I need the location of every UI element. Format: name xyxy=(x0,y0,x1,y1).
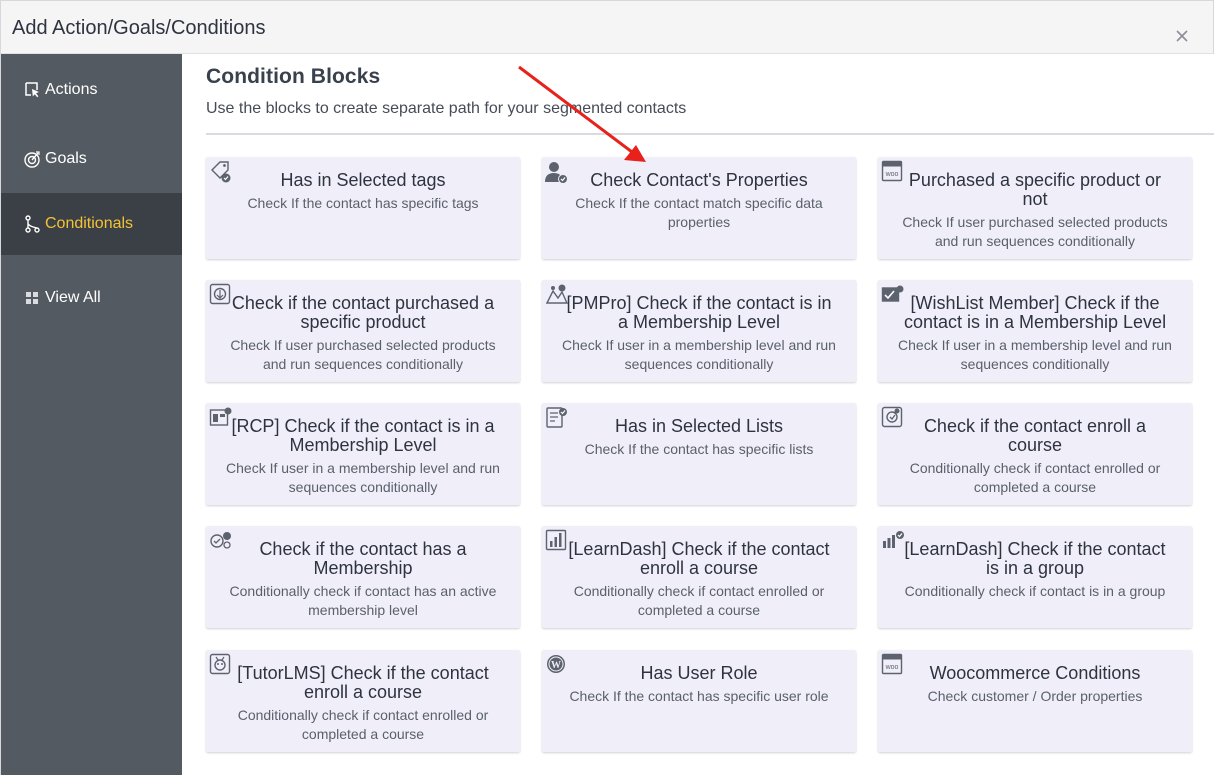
card-description: Check If user purchased selected product… xyxy=(230,337,496,372)
modal: Add Action/Goals/Conditions Actions Goal… xyxy=(0,0,1214,775)
pointer-icon xyxy=(22,80,42,100)
svg-text:woo: woo xyxy=(885,664,899,671)
card-description: Conditionally check if contact has an ac… xyxy=(229,583,497,618)
condition-card-enroll-course[interactable]: Check if the contact enroll a course Con… xyxy=(878,403,1192,505)
card-title: Check if the contact enroll a course xyxy=(923,416,1147,455)
tag-icon xyxy=(209,160,233,184)
card-title: [LearnDash] Check if the contact enroll … xyxy=(568,539,830,578)
card-description: Conditionally check if contact enrolled … xyxy=(573,583,825,618)
card-title: [LearnDash] Check if the contact is in a… xyxy=(904,539,1166,578)
card-description: Check If user in a membership level and … xyxy=(898,337,1172,372)
pmpro-icon xyxy=(545,283,569,307)
woo-icon: woo xyxy=(881,653,905,677)
card-description: Check If the contact has specific tags xyxy=(247,195,479,211)
condition-card-selected-tags[interactable]: Has in Selected tags Check If the contac… xyxy=(206,157,520,259)
condition-card-purchased-product[interactable]: woo Purchased a specific product or not … xyxy=(878,157,1192,259)
sidebar-item-label: View All xyxy=(45,289,101,306)
close-button[interactable] xyxy=(1171,25,1193,47)
card-description: Check If the contact has specific user r… xyxy=(569,688,829,704)
condition-card-tutorlms-course[interactable]: [TutorLMS] Check if the contact enroll a… xyxy=(206,650,520,752)
membership-icon xyxy=(209,529,233,553)
target-icon xyxy=(22,149,42,169)
course-icon xyxy=(881,406,905,430)
card-title: Has in Selected tags xyxy=(280,170,446,190)
card-description: Check If user in a membership level and … xyxy=(562,337,836,372)
card-title: Woocommerce Conditions xyxy=(929,663,1141,683)
woo-icon: woo xyxy=(881,160,905,184)
list-icon xyxy=(545,406,569,430)
card-title: [TutorLMS] Check if the contact enroll a… xyxy=(237,663,489,702)
grid-icon xyxy=(22,288,42,308)
sidebar-item-view-all[interactable]: View All xyxy=(1,267,182,329)
condition-card-selected-lists[interactable]: Has in Selected Lists Check If the conta… xyxy=(542,403,856,505)
card-description: Check If the contact match specific data… xyxy=(575,195,823,230)
card-title: [WishList Member] Check if the contact i… xyxy=(903,293,1167,332)
user-icon xyxy=(545,160,569,184)
wordpress-icon: W xyxy=(545,653,569,677)
card-title: Check Contact's Properties xyxy=(590,170,808,190)
condition-card-pmpro-membership[interactable]: [PMPro] Check if the contact is in a Mem… xyxy=(542,280,856,382)
tutorlms-icon xyxy=(209,653,233,677)
condition-card-learndash-group[interactable]: [LearnDash] Check if the contact is in a… xyxy=(878,526,1192,628)
sidebar-item-label: Conditionals xyxy=(45,215,134,232)
sidebar-item-actions[interactable]: Actions xyxy=(1,59,182,121)
condition-card-woocommerce[interactable]: woo Woocommerce Conditions Check custome… xyxy=(878,650,1192,752)
sidebar-item-label: Goals xyxy=(45,150,87,167)
main-content: Condition Blocks Use the blocks to creat… xyxy=(182,54,1214,775)
card-description: Conditionally check if contact enrolled … xyxy=(909,460,1161,495)
sidebar: Actions Goals Conditionals View All xyxy=(1,54,182,775)
condition-card-has-membership[interactable]: Check if the contact has a Membership Co… xyxy=(206,526,520,628)
card-title: Check if the contact has a Membership xyxy=(259,539,467,578)
card-title: [PMPro] Check if the contact is in a Mem… xyxy=(566,293,832,332)
card-title: Has User Role xyxy=(640,663,758,683)
card-description: Check If user in a membership level and … xyxy=(226,460,500,495)
card-title: Purchased a specific product or not xyxy=(908,170,1162,209)
condition-card-user-role[interactable]: W Has User Role Check If the contact has… xyxy=(542,650,856,752)
card-description: Check customer / Order properties xyxy=(927,688,1143,704)
card-title: Has in Selected Lists xyxy=(614,416,784,436)
condition-card-rcp-membership[interactable]: [RCP] Check if the contact is in a Membe… xyxy=(206,403,520,505)
sidebar-item-goals[interactable]: Goals xyxy=(1,128,182,190)
svg-text:W: W xyxy=(551,660,561,671)
sidebar-item-label: Actions xyxy=(45,81,98,98)
learndash-icon xyxy=(545,529,569,553)
divider xyxy=(206,133,1214,135)
edd-icon xyxy=(209,283,233,307)
group-icon xyxy=(881,529,905,553)
modal-header: Add Action/Goals/Conditions xyxy=(1,1,1213,54)
branch-icon xyxy=(22,214,42,234)
section-subtitle: Use the blocks to create separate path f… xyxy=(206,100,687,117)
card-title: Check if the contact purchased a specifi… xyxy=(231,293,495,332)
section-title: Condition Blocks xyxy=(206,65,381,88)
condition-card-learndash-course[interactable]: [LearnDash] Check if the contact enroll … xyxy=(542,526,856,628)
svg-text:woo: woo xyxy=(885,171,899,178)
card-title: [RCP] Check if the contact is in a Membe… xyxy=(231,416,495,455)
rcp-icon xyxy=(209,406,233,430)
close-icon xyxy=(1176,30,1188,42)
card-description: Conditionally check if contact is in a g… xyxy=(904,583,1166,599)
wishlist-icon xyxy=(881,283,905,307)
card-description: Check If the contact has specific lists xyxy=(584,441,814,457)
card-description: Conditionally check if contact enrolled … xyxy=(237,707,489,742)
condition-card-contact-properties[interactable]: Check Contact's Properties Check If the … xyxy=(542,157,856,259)
modal-title: Add Action/Goals/Conditions xyxy=(12,17,266,39)
condition-card-wishlist-membership[interactable]: [WishList Member] Check if the contact i… xyxy=(878,280,1192,382)
card-description: Check If user purchased selected product… xyxy=(902,214,1168,249)
condition-card-purchased-specific-product[interactable]: Check if the contact purchased a specifi… xyxy=(206,280,520,382)
sidebar-item-conditionals[interactable]: Conditionals xyxy=(1,193,182,255)
